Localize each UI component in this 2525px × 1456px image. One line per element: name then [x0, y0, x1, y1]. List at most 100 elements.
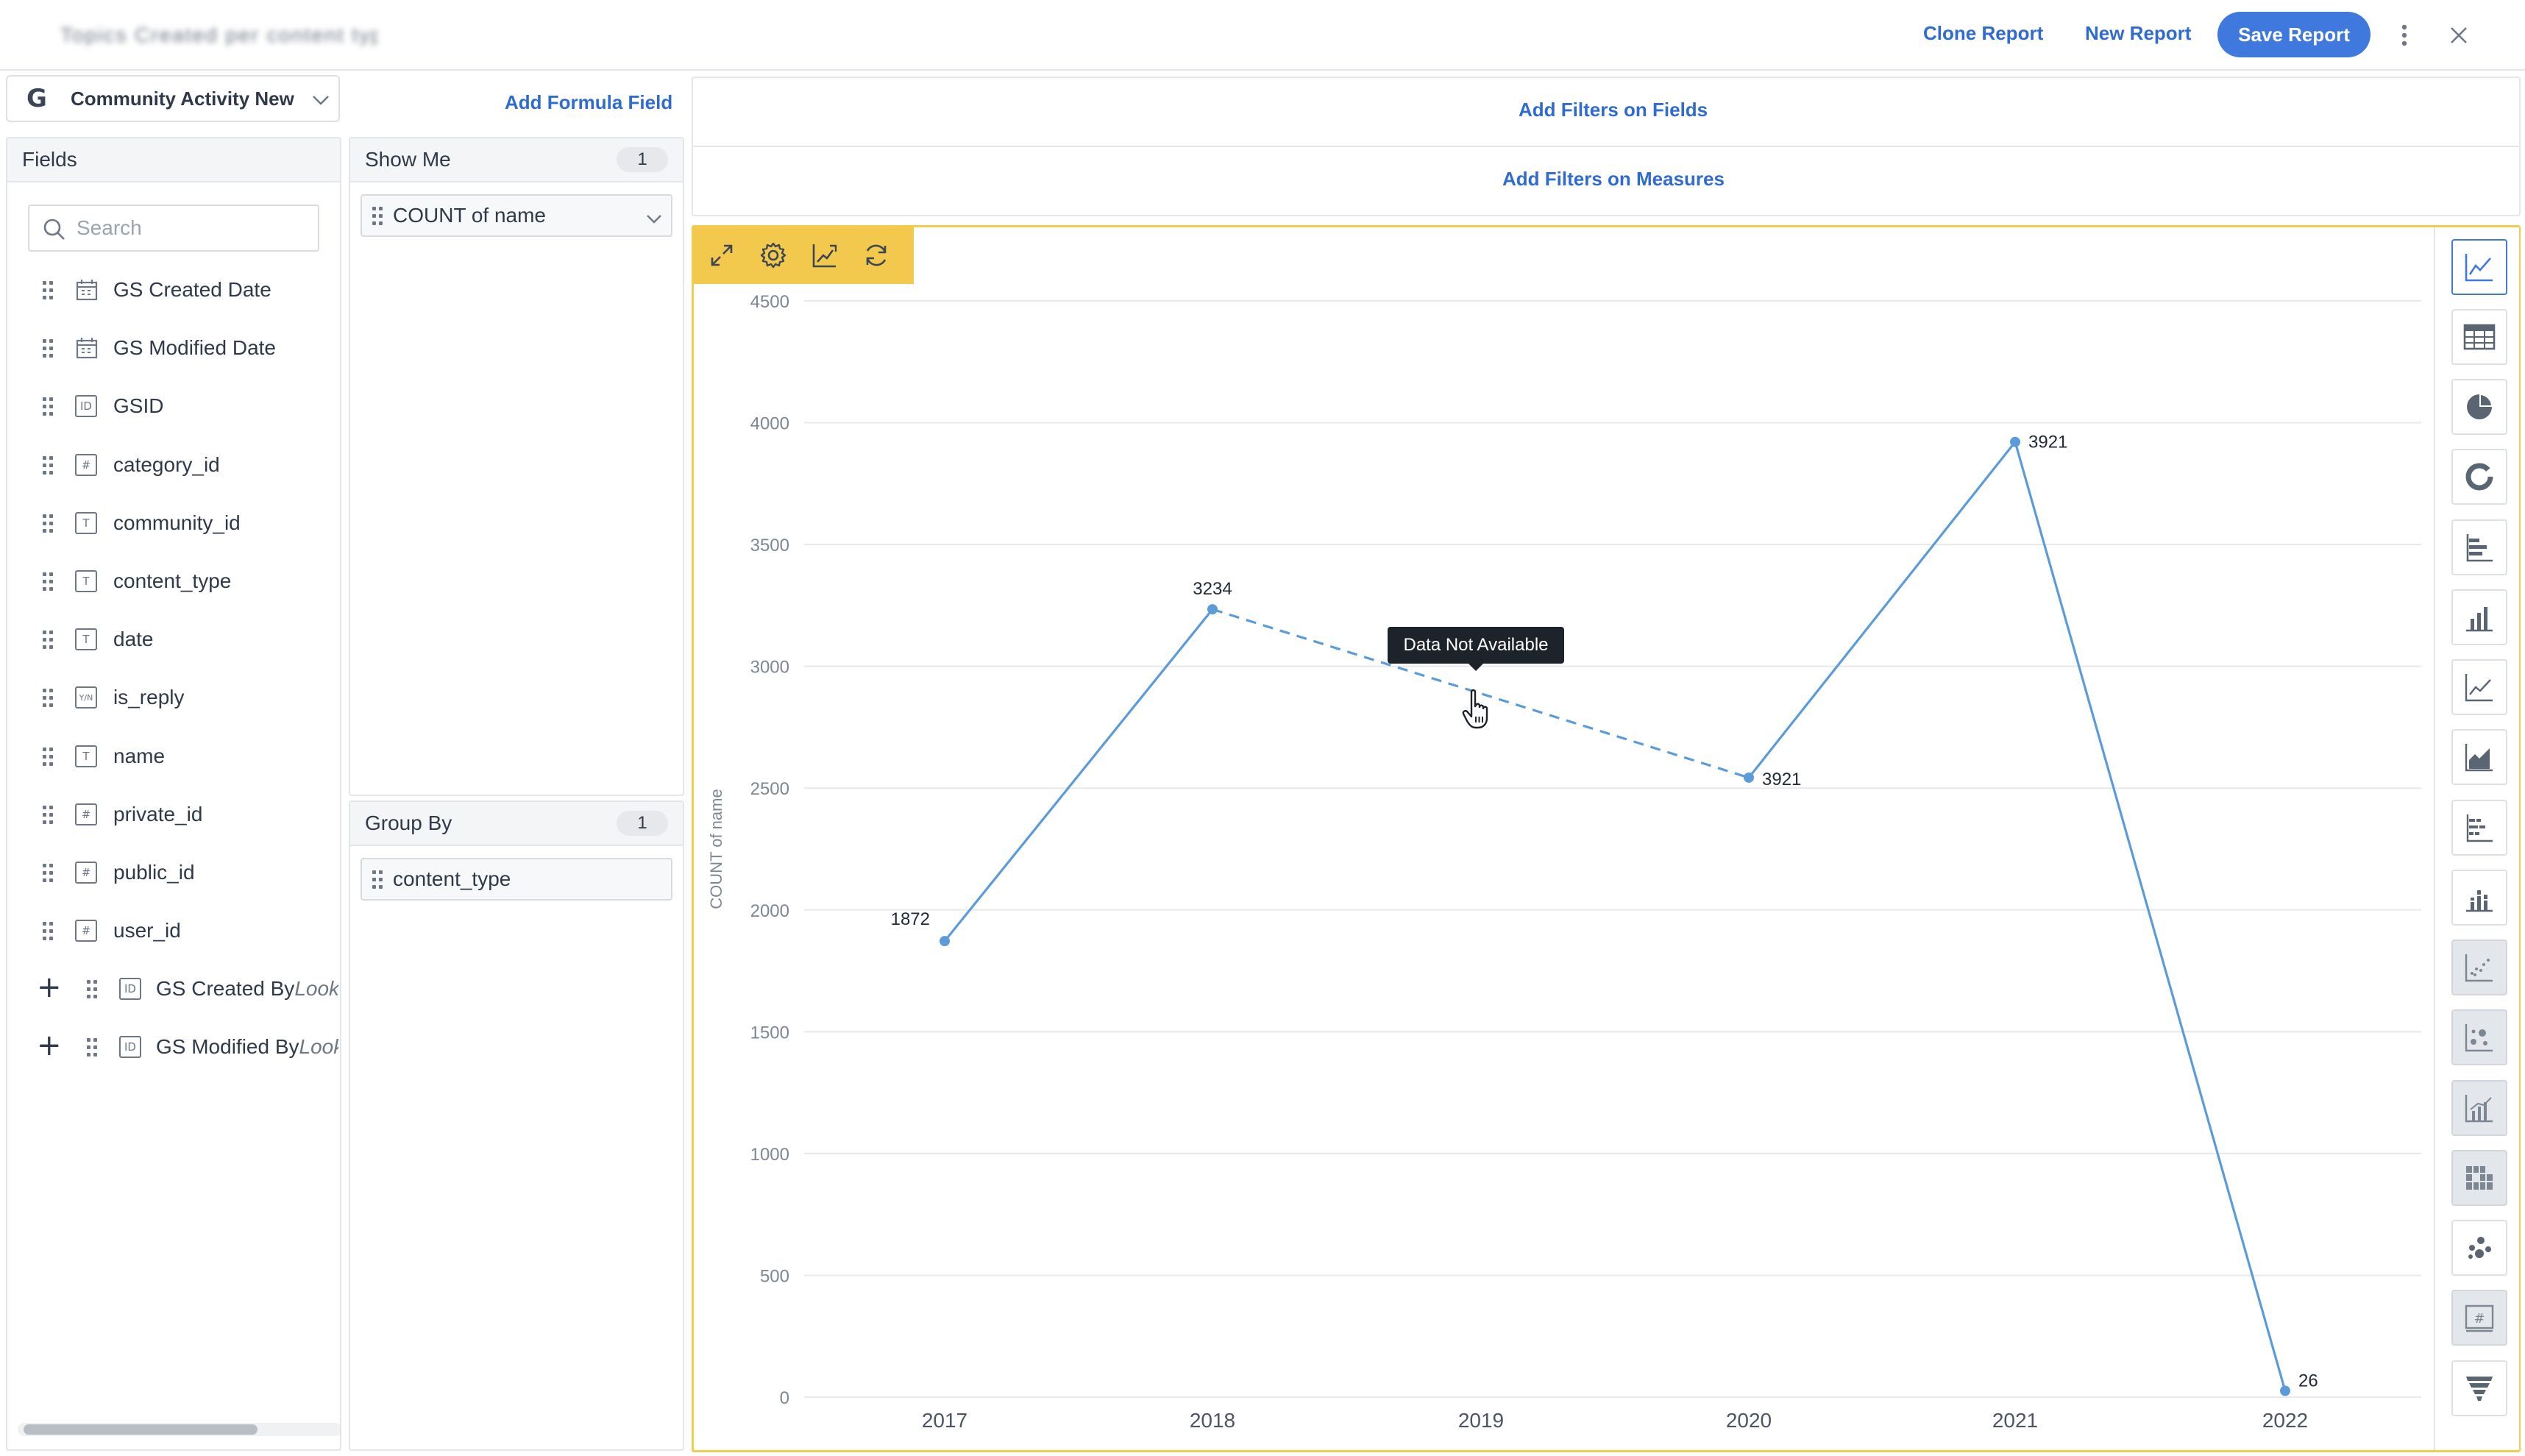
field-item[interactable]: # public_id	[7, 849, 340, 896]
field-item[interactable]: Tcontent_type	[7, 558, 340, 605]
drag-handle-icon[interactable]	[87, 1038, 100, 1057]
field-name: category_id	[113, 452, 220, 476]
donut-chart-icon[interactable]	[2451, 449, 2507, 505]
drag-handle-icon[interactable]	[43, 339, 56, 358]
drag-handle-icon[interactable]	[43, 514, 56, 533]
scrollbar-thumb[interactable]	[24, 1424, 258, 1435]
id-field-icon: ID	[119, 978, 141, 1000]
field-item[interactable]: # user_id	[7, 907, 340, 954]
data-point	[1207, 604, 1218, 615]
field-item[interactable]: # category_id	[7, 441, 340, 489]
bubble-chart-icon[interactable]	[2451, 1009, 2507, 1065]
pie-chart-icon[interactable]	[2451, 379, 2507, 435]
y-tick-label: 4500	[750, 292, 789, 312]
drag-handle-icon[interactable]	[43, 747, 56, 767]
lookup-field-item[interactable]: + ID GS Modified ByLookup	[7, 1023, 340, 1070]
expand-icon[interactable]	[705, 238, 739, 272]
drag-handle-icon[interactable]	[43, 281, 56, 300]
lookup-field-item[interactable]: + ID GS Created ByLookup	[7, 965, 340, 1012]
drag-handle-icon[interactable]	[43, 805, 56, 825]
drag-handle-icon[interactable]	[43, 397, 56, 416]
field-name: is_reply	[113, 686, 185, 709]
close-icon[interactable]	[2441, 18, 2476, 53]
field-item[interactable]: Tdate	[7, 616, 340, 663]
horizontal-bar-icon[interactable]	[2451, 519, 2507, 575]
number-field-icon: #	[75, 920, 97, 942]
field-name: public_id	[113, 861, 195, 884]
drag-handle-icon[interactable]	[372, 207, 386, 226]
data-source-select[interactable]: G Community Activity New	[6, 75, 340, 122]
drag-handle-icon[interactable]	[43, 455, 56, 475]
expand-plus-icon[interactable]: +	[37, 1031, 62, 1060]
lookup-field-label: GS Modified By	[156, 1035, 299, 1058]
number-field-icon: #	[75, 453, 97, 476]
data-point	[940, 936, 950, 947]
area-chart-icon[interactable]	[2451, 729, 2507, 785]
id-field-icon: ID	[119, 1036, 141, 1058]
add-filters-on-fields-link[interactable]: Add Filters on Fields	[1519, 99, 1708, 121]
field-name: GS Created ByLookup	[156, 977, 338, 1001]
filters-box: Add Filters on Fields Add Filters on Mea…	[692, 77, 2521, 216]
dimension-pill-label: content_type	[393, 867, 511, 890]
data-label: 3921	[2028, 433, 2067, 452]
kebab-vertical-icon[interactable]	[2387, 18, 2422, 53]
settings-gear-icon[interactable]	[756, 238, 790, 272]
packed-bubble-icon[interactable]	[2451, 1220, 2507, 1276]
drag-handle-icon[interactable]	[43, 572, 56, 592]
field-search-input[interactable]: Search	[28, 205, 319, 252]
field-name: GSID	[113, 394, 164, 418]
field-item[interactable]: ID GSID	[7, 383, 340, 430]
data-label: 3921	[1762, 770, 1801, 789]
drag-handle-icon[interactable]	[43, 631, 56, 650]
chevron-down-icon[interactable]	[644, 209, 664, 228]
y-tick-label: 3000	[750, 658, 789, 678]
stacked-column-icon[interactable]	[2451, 870, 2507, 926]
field-item[interactable]: # private_id	[7, 791, 340, 838]
scatter-chart-icon[interactable]	[2451, 940, 2507, 995]
line-chart-icon[interactable]	[2451, 239, 2507, 295]
horizontal-scrollbar[interactable]	[18, 1423, 340, 1436]
clone-report-button[interactable]: Clone Report	[1923, 22, 2043, 45]
boolean-field-icon: Y/N	[75, 686, 97, 709]
line-chart-alt-icon[interactable]	[2451, 659, 2507, 715]
line-chart[interactable]: 0 500 1000 1500 2000 2500 3000 3500 4000 4500 COUN…	[694, 227, 2430, 1450]
x-tick-label: 2017	[922, 1409, 967, 1432]
field-item[interactable]: Tcommunity_id	[7, 500, 340, 547]
drag-handle-icon[interactable]	[43, 922, 56, 941]
field-name: GS Created Date	[113, 278, 271, 301]
field-item[interactable]: GS Created Date	[7, 266, 340, 313]
column-chart-icon[interactable]	[2451, 589, 2507, 645]
kpi-number-icon[interactable]: #	[2451, 1290, 2507, 1346]
dimension-pill[interactable]: content_type	[361, 858, 672, 901]
field-item[interactable]: GS Modified Date	[7, 324, 340, 372]
drag-handle-icon[interactable]	[43, 864, 56, 883]
new-report-button[interactable]: New Report	[2085, 22, 2191, 45]
add-filters-on-measures-link[interactable]: Add Filters on Measures	[1502, 168, 1725, 191]
field-item[interactable]: Tname	[7, 733, 340, 780]
save-report-button[interactable]: Save Report	[2217, 12, 2370, 57]
drag-handle-icon[interactable]	[87, 980, 100, 999]
y-tick-label: 3500	[750, 536, 789, 555]
table-icon[interactable]	[2451, 309, 2507, 365]
search-placeholder: Search	[77, 216, 142, 239]
data-source-name: Community Activity New	[71, 87, 294, 110]
text-field-icon: T	[75, 570, 97, 592]
drag-handle-icon[interactable]	[372, 870, 386, 889]
x-tick-label: 2021	[1992, 1409, 2038, 1432]
chart-type-selector: #	[2434, 227, 2519, 1450]
expand-plus-icon[interactable]: +	[37, 973, 62, 1002]
column-line-combo-icon[interactable]	[2451, 1080, 2507, 1136]
refresh-icon[interactable]	[859, 238, 893, 272]
add-formula-field-link[interactable]: Add Formula Field	[505, 91, 672, 114]
drag-handle-icon[interactable]	[43, 689, 56, 708]
measure-pill[interactable]: COUNT of name	[361, 194, 672, 237]
heatmap-icon[interactable]	[2451, 1150, 2507, 1206]
chart-toolbar	[693, 227, 914, 284]
show-me-count-badge: 1	[617, 147, 668, 172]
funnel-chart-icon[interactable]	[2451, 1360, 2507, 1416]
chart-edit-icon[interactable]	[808, 238, 842, 272]
field-item[interactable]: Y/N is_reply	[7, 674, 340, 721]
stacked-bar-icon[interactable]	[2451, 800, 2507, 856]
data-point	[1744, 772, 1754, 783]
date-field-icon	[75, 336, 99, 363]
